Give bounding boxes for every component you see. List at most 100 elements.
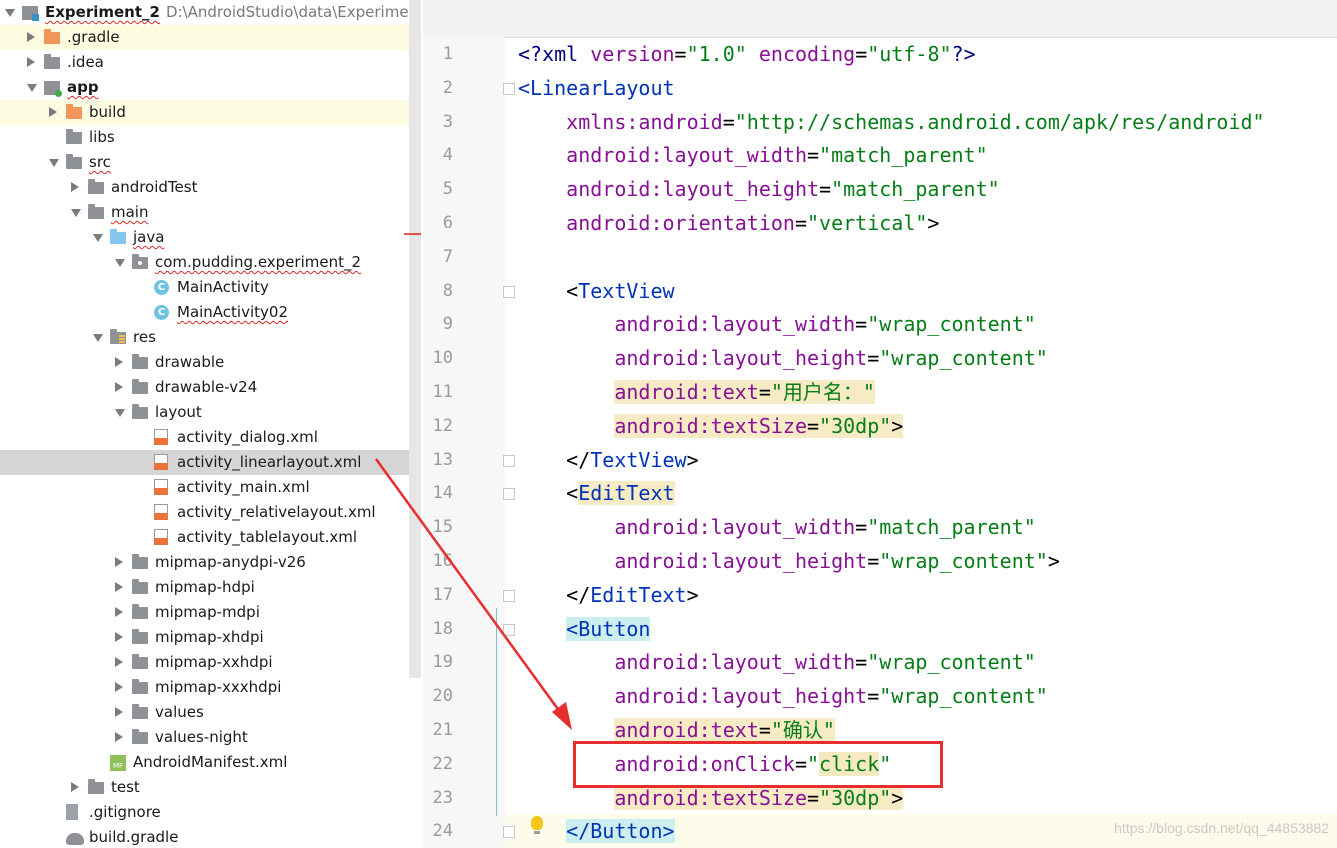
chevron-down-icon[interactable] [71, 209, 81, 217]
code-editor[interactable]: 1 2 3 4 5 6 7 8 9 10 11 12 13 14 15 16 17 18 19 20 21 22 23 24 … [423, 0, 1337, 848]
chevron-right-icon[interactable] [115, 557, 123, 567]
gradle-icon [66, 833, 84, 845]
tree-item-activity-main-xml[interactable]: activity_main.xml [0, 475, 421, 500]
line-number: 2 [442, 77, 453, 98]
code-line[interactable]: android:layout_height="wrap_content" [518, 680, 1048, 712]
tree-item-drawable-v24[interactable]: drawable-v24 [0, 375, 421, 400]
tree-item-gitignore[interactable]: .gitignore [0, 800, 421, 825]
code-line[interactable]: android:layout_width="wrap_content" [518, 646, 1035, 678]
code-line[interactable]: <LinearLayout [518, 72, 675, 104]
tree-item-java[interactable]: java [0, 225, 421, 250]
tree-item-values-night[interactable]: values-night [0, 725, 421, 750]
tree-item-androidmanifest-xml[interactable]: MF AndroidManifest.xml [0, 750, 421, 775]
tree-scrollbar[interactable] [409, 0, 421, 678]
tree-item-res[interactable]: res [0, 325, 421, 350]
tree-item-label: .gitignore [89, 803, 161, 821]
tree-item-libs[interactable]: libs [0, 125, 421, 150]
watermark-text: https://blog.csdn.net/qq_44853882 [1114, 820, 1329, 836]
tree-item-values[interactable]: values [0, 700, 421, 725]
tree-item-layout[interactable]: layout [0, 400, 421, 425]
tree-item-build-gradle[interactable]: build.gradle [0, 825, 421, 848]
line-number: 8 [442, 280, 453, 301]
tree-item-build[interactable]: build [0, 100, 421, 125]
chevron-down-icon[interactable] [5, 9, 15, 17]
tree-item-activity-dialog-xml[interactable]: activity_dialog.xml [0, 425, 421, 450]
tree-item-label: mipmap-xxhdpi [155, 653, 273, 671]
fold-marker-icon[interactable] [503, 454, 515, 467]
tree-item-mipmap-xxhdpi[interactable]: mipmap-xxhdpi [0, 650, 421, 675]
chevron-right-icon[interactable] [115, 607, 123, 617]
code-line[interactable]: <Button [518, 613, 651, 645]
code-line[interactable]: android:textSize="30dp"> [518, 410, 904, 442]
tree-item-main[interactable]: main [0, 200, 421, 225]
folder-icon [132, 729, 148, 744]
tree-item-label: app [67, 78, 99, 96]
code-line[interactable]: <?xml version="1.0" encoding="utf-8"?> [518, 38, 976, 70]
chevron-right-icon[interactable] [27, 57, 35, 67]
tree-item-mipmap-anydpi-v26[interactable]: mipmap-anydpi-v26 [0, 550, 421, 575]
tree-item-drawable[interactable]: drawable [0, 350, 421, 375]
chevron-right-icon[interactable] [115, 657, 123, 667]
tree-item-activity-tablelayout-xml[interactable]: activity_tablelayout.xml [0, 525, 421, 550]
tree-item-androidtest[interactable]: androidTest [0, 175, 421, 200]
chevron-down-icon[interactable] [49, 159, 59, 167]
code-line[interactable]: android:orientation="vertical"> [518, 207, 939, 239]
chevron-right-icon[interactable] [49, 107, 57, 117]
tree-item-mipmap-xxxhdpi[interactable]: mipmap-xxxhdpi [0, 675, 421, 700]
fold-marker-icon[interactable] [503, 285, 515, 298]
chevron-down-icon[interactable] [93, 334, 103, 342]
chevron-right-icon[interactable] [115, 382, 123, 392]
tree-item-com-pudding-experiment-2[interactable]: com.pudding.experiment_2 [0, 250, 421, 275]
folder-icon [132, 554, 148, 569]
tree-item-mipmap-hdpi[interactable]: mipmap-hdpi [0, 575, 421, 600]
tree-item-label: mipmap-xhdpi [155, 628, 264, 646]
tree-item-mipmap-xhdpi[interactable]: mipmap-xhdpi [0, 625, 421, 650]
code-line[interactable]: android:layout_height="wrap_content"> [518, 545, 1060, 577]
code-line[interactable]: <TextView [518, 275, 674, 307]
chevron-right-icon[interactable] [115, 582, 123, 592]
chevron-down-icon[interactable] [115, 259, 125, 267]
code-token: = [855, 312, 868, 337]
tree-item-mainactivity[interactable]: C MainActivity [0, 275, 421, 300]
chevron-down-icon[interactable] [93, 234, 103, 242]
tree-item-activity-relativelayout-xml[interactable]: activity_relativelayout.xml [0, 500, 421, 525]
code-line[interactable]: android:layout_width="match_parent" [518, 139, 987, 171]
code-line[interactable]: xmlns:android="http://schemas.android.co… [518, 106, 1264, 138]
tree-item-idea[interactable]: .idea [0, 50, 421, 75]
chevron-right-icon[interactable] [115, 707, 123, 717]
fold-marker-icon[interactable] [503, 82, 515, 95]
code-line[interactable]: </TextView> [518, 444, 698, 476]
chevron-down-icon[interactable] [27, 84, 37, 92]
chevron-right-icon[interactable] [115, 632, 123, 642]
code-line[interactable]: <EditText [518, 477, 675, 509]
folder-icon [132, 379, 148, 394]
tree-item-mipmap-mdpi[interactable]: mipmap-mdpi [0, 600, 421, 625]
tree-item-gradle[interactable]: .gradle [0, 25, 421, 50]
chevron-right-icon[interactable] [27, 32, 35, 42]
tree-item-app[interactable]: app [0, 75, 421, 100]
code-line[interactable]: android:text="用户名：" [518, 376, 875, 408]
code-line[interactable]: android:layout_width="match_parent" [518, 511, 1035, 543]
chevron-right-icon[interactable] [115, 732, 123, 742]
tree-item-mainactivity02[interactable]: C MainActivity02 [0, 300, 421, 325]
tree-item-src[interactable]: src [0, 150, 421, 175]
code-line[interactable]: </Button> [518, 815, 675, 847]
chevron-right-icon[interactable] [71, 782, 79, 792]
fold-marker-icon[interactable] [503, 826, 515, 839]
tree-item-test[interactable]: test [0, 775, 421, 800]
fold-marker-icon[interactable] [503, 589, 515, 602]
code-line[interactable]: android:layout_height="match_parent" [518, 173, 1000, 205]
code-line[interactable]: android:layout_height="wrap_content" [518, 342, 1048, 374]
fold-marker-icon[interactable] [503, 623, 515, 636]
code-token: android:layout_width [566, 143, 807, 168]
tree-item-activity-linearlayout-xml[interactable]: activity_linearlayout.xml [0, 450, 421, 475]
chevron-right-icon[interactable] [115, 682, 123, 692]
chevron-right-icon[interactable] [115, 357, 123, 367]
code-line[interactable]: android:layout_width="wrap_content" [518, 308, 1035, 340]
fold-marker-icon[interactable] [503, 488, 515, 501]
chevron-down-icon[interactable] [115, 409, 125, 417]
chevron-right-icon[interactable] [71, 182, 79, 192]
tree-item-experiment-2[interactable]: Experiment_2 D:\AndroidStudio\data\Experi… [0, 0, 421, 25]
project-tree-panel[interactable]: Experiment_2 D:\AndroidStudio\data\Experi… [0, 0, 421, 848]
code-line[interactable]: </EditText> [518, 579, 698, 611]
